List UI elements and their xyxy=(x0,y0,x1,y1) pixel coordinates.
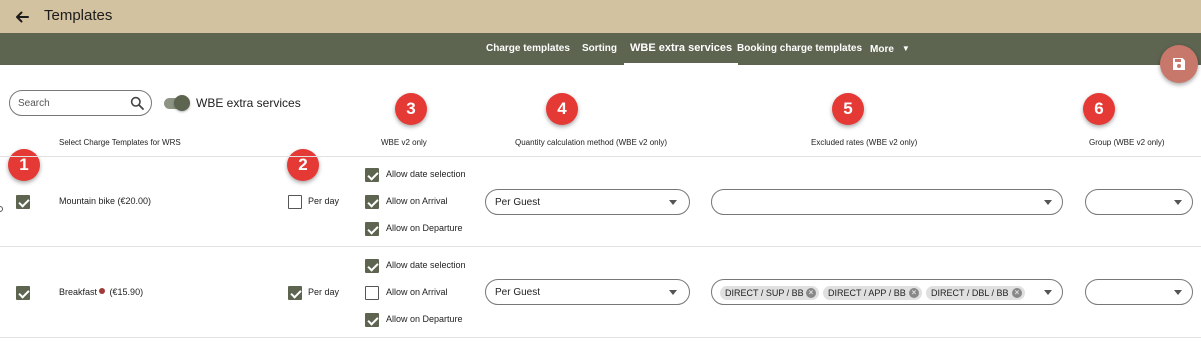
per-day-label: Per day xyxy=(308,196,340,206)
group-select[interactable] xyxy=(1085,279,1193,305)
tab-bar: Charge templates Sorting WBE extra servi… xyxy=(0,33,1201,65)
chip-label: DIRECT / DBL / BB xyxy=(931,288,1009,298)
allow-on-arrival-label: Allow on Arrival xyxy=(386,196,448,206)
floppy-disk-icon xyxy=(1173,58,1185,70)
tab-label: More xyxy=(870,44,894,55)
column-header-wbe-v2-only: WBE v2 only xyxy=(381,138,427,147)
search-field xyxy=(9,90,152,116)
row-divider xyxy=(0,156,1201,157)
column-header-select-templates: Select Charge Templates for WRS xyxy=(59,138,181,147)
allow-on-departure-label: Allow on Departure xyxy=(386,223,463,233)
tab-booking-charge-templates[interactable]: Booking charge templates xyxy=(737,33,862,65)
tab-label: Booking charge templates xyxy=(737,43,863,54)
annotation-marker-1: 1 xyxy=(8,149,40,181)
per-day-label: Per day xyxy=(308,287,340,297)
excluded-rate-chip: DIRECT / SUP / BB × xyxy=(720,286,819,300)
remove-chip-icon[interactable]: × xyxy=(1012,288,1022,298)
excluded-rates-select[interactable] xyxy=(711,189,1063,215)
toggle-label: WBE extra services xyxy=(196,96,301,110)
chip-label: DIRECT / SUP / BB xyxy=(725,288,804,298)
remove-chip-icon[interactable]: × xyxy=(806,288,816,298)
allow-date-selection-label: Allow date selection xyxy=(386,260,466,270)
annotation-marker-5: 5 xyxy=(832,93,864,125)
column-header-group: Group (WBE v2 only) xyxy=(1089,138,1165,147)
allow-date-selection-label: Allow date selection xyxy=(386,169,466,179)
allow-on-arrival-checkbox[interactable] xyxy=(365,195,379,209)
rose-icon xyxy=(99,288,106,294)
toggle-knob xyxy=(174,95,190,111)
allow-on-departure-checkbox[interactable] xyxy=(365,313,379,327)
tab-wbe-extra-services[interactable]: WBE extra services xyxy=(624,33,739,65)
chevron-down-icon xyxy=(1044,200,1052,205)
arrow-left-icon[interactable] xyxy=(12,7,32,27)
row-divider xyxy=(0,337,1201,338)
quantity-method-value: Per Guest xyxy=(495,197,541,208)
chevron-down-icon xyxy=(1044,290,1052,295)
column-header-quantity-method: Quantity calculation method (WBE v2 only… xyxy=(515,138,668,147)
annotation-marker-3: 3 xyxy=(395,93,427,125)
save-button[interactable] xyxy=(1160,45,1198,83)
chevron-down-icon xyxy=(1174,290,1182,295)
quantity-method-select[interactable]: Per Guest xyxy=(485,279,690,305)
top-app-bar: Templates xyxy=(0,0,1201,33)
template-name: Breakfast (€15.90) xyxy=(59,287,143,297)
excluded-rate-chip: DIRECT / APP / BB × xyxy=(823,286,922,300)
caret-down-icon: ▼ xyxy=(901,44,910,53)
allow-date-selection-checkbox[interactable] xyxy=(365,168,379,182)
template-name: Mountain bike (€20.00) xyxy=(59,196,152,206)
excluded-rates-select[interactable]: DIRECT / SUP / BB × DIRECT / APP / BB × … xyxy=(711,279,1063,305)
allow-date-selection-checkbox[interactable] xyxy=(365,259,379,273)
annotation-marker-6: 6 xyxy=(1083,93,1115,125)
select-template-checkbox[interactable] xyxy=(16,195,30,209)
tab-label: WBE extra services xyxy=(630,42,733,54)
chevron-down-icon xyxy=(1174,200,1182,205)
tab-charge-templates[interactable]: Charge templates xyxy=(486,33,570,65)
chip-label: DIRECT / APP / BB xyxy=(828,288,906,298)
search-input[interactable] xyxy=(18,95,128,112)
quantity-method-select[interactable]: Per Guest xyxy=(485,189,690,215)
allow-on-arrival-label: Allow on Arrival xyxy=(386,287,448,297)
per-day-checkbox[interactable] xyxy=(288,195,302,209)
column-header-excluded-rates: Excluded rates (WBE v2 only) xyxy=(811,138,918,147)
wbe-extra-services-toggle[interactable] xyxy=(162,95,190,111)
tab-more[interactable]: More ▼ xyxy=(870,33,910,65)
template-name-text: Breakfast xyxy=(59,287,98,297)
select-template-checkbox[interactable] xyxy=(16,286,30,300)
tab-label: Charge templates xyxy=(486,43,570,54)
annotation-marker-4: 4 xyxy=(546,93,578,125)
chevron-down-icon xyxy=(669,200,677,205)
tab-label: Sorting xyxy=(582,43,617,54)
allow-on-arrival-checkbox[interactable] xyxy=(365,286,379,300)
page-title: Templates xyxy=(44,7,113,24)
quantity-method-value: Per Guest xyxy=(495,287,541,298)
row-divider xyxy=(0,246,1201,247)
annotation-marker-2: 2 xyxy=(287,149,319,181)
allow-on-departure-checkbox[interactable] xyxy=(365,222,379,236)
row-indicator xyxy=(0,206,3,212)
remove-chip-icon[interactable]: × xyxy=(909,288,919,298)
group-select[interactable] xyxy=(1085,189,1193,215)
template-price: (€15.90) xyxy=(109,287,144,297)
tab-sorting[interactable]: Sorting xyxy=(582,33,617,65)
search-icon[interactable] xyxy=(130,96,144,110)
per-day-checkbox[interactable] xyxy=(288,286,302,300)
allow-on-departure-label: Allow on Departure xyxy=(386,314,463,324)
chevron-down-icon xyxy=(669,290,677,295)
excluded-rate-chip: DIRECT / DBL / BB × xyxy=(926,286,1025,300)
